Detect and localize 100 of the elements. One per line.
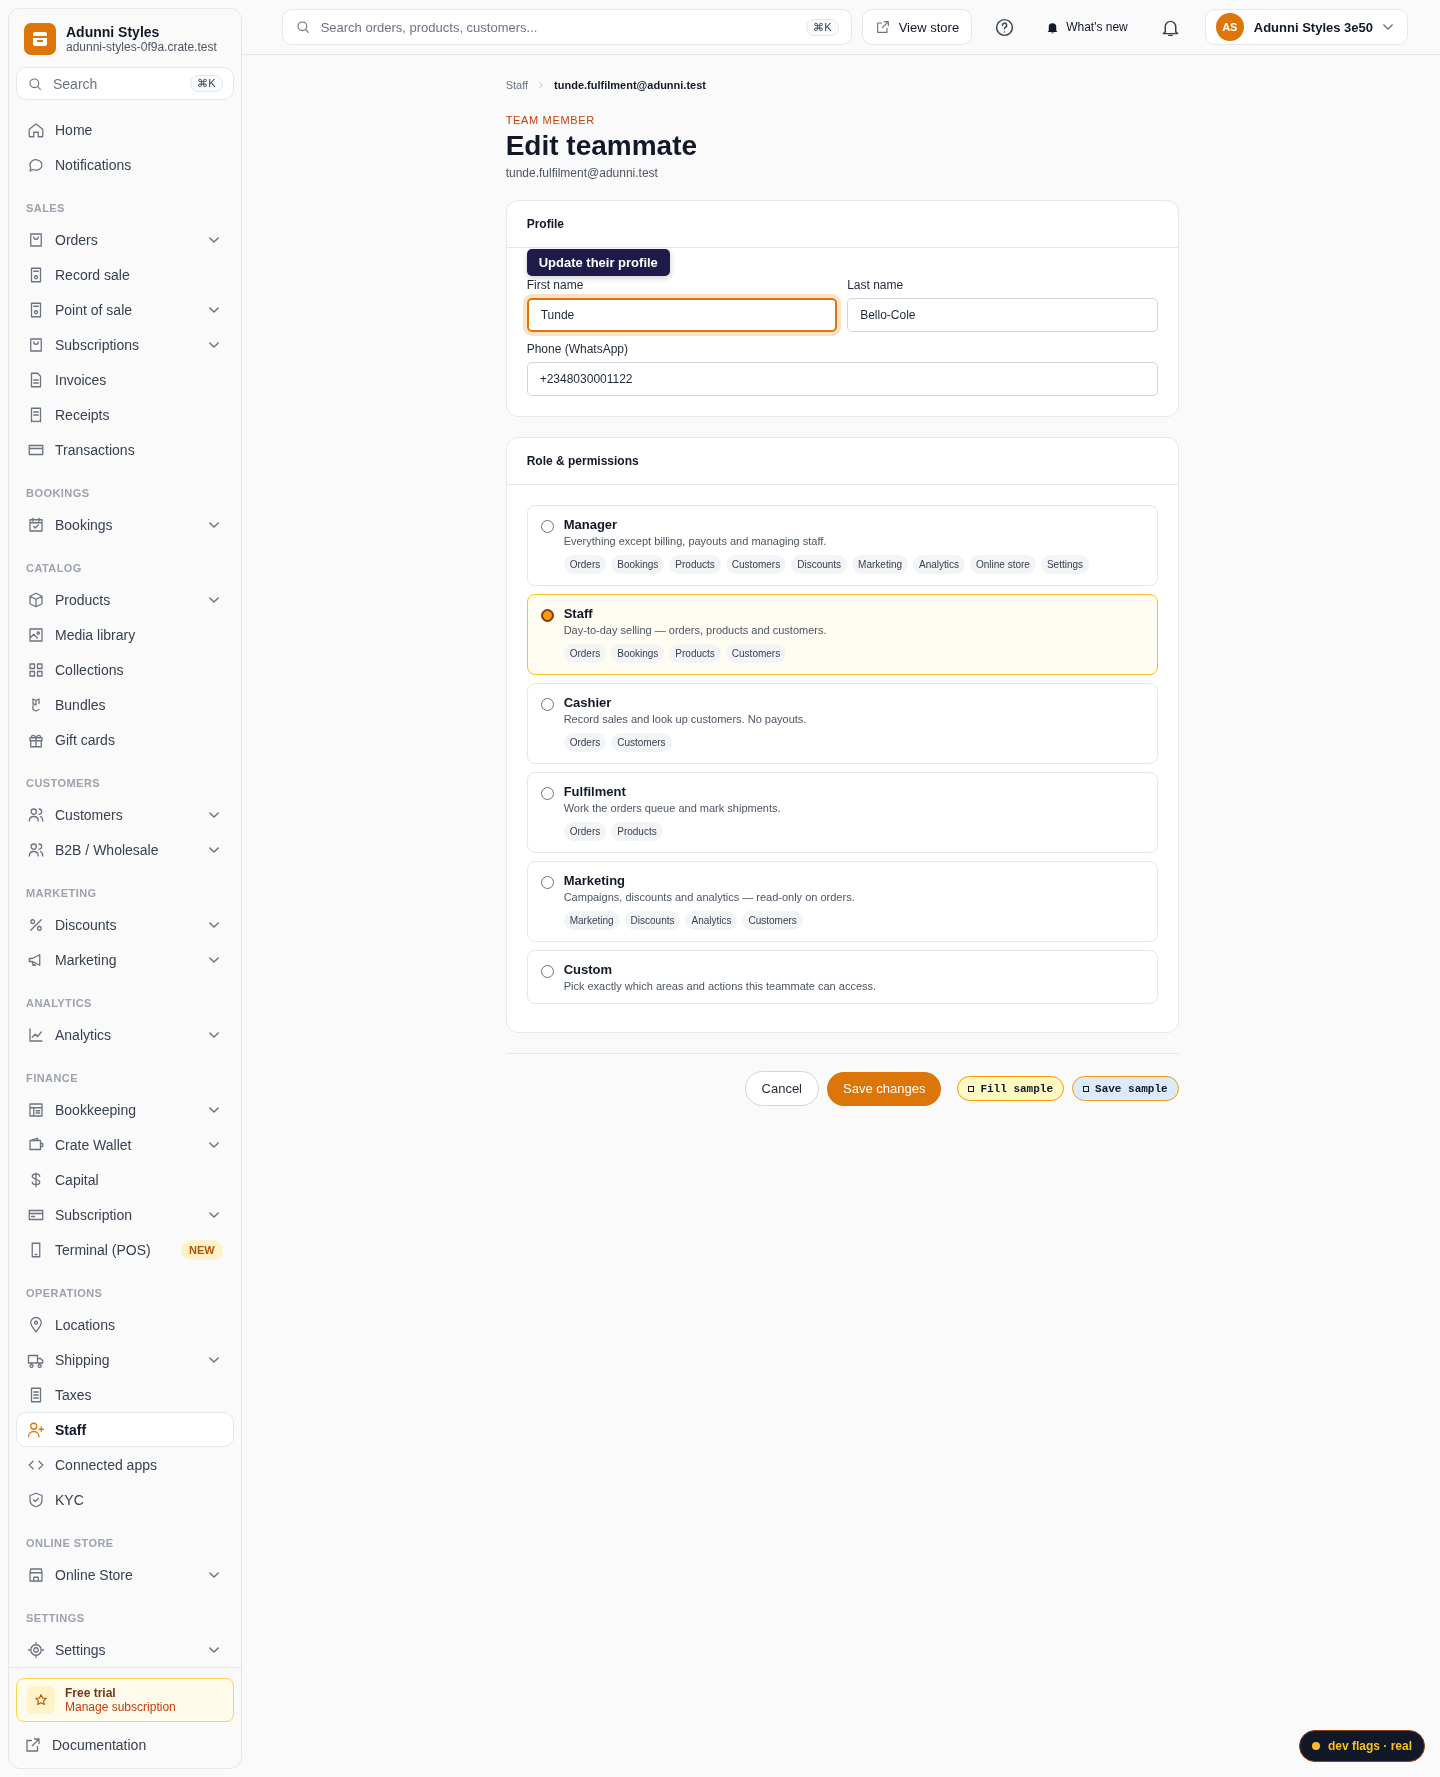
nav-item[interactable]: Point of sale (16, 292, 234, 327)
role-name: Manager (563, 517, 619, 532)
nav-item[interactable]: Subscriptions (16, 327, 234, 362)
dev-flags-pill[interactable]: dev flags · real (1298, 1730, 1425, 1762)
external-link-icon (24, 1736, 42, 1754)
card-title: Role & permissions (506, 438, 1178, 485)
nav-item[interactable]: Products (16, 582, 234, 617)
nav-item[interactable]: Receipts (16, 397, 234, 432)
role-option[interactable]: Manager Everything except billing, payouts and managing staff. Orders Bookings Products Customers Discounts Marketing Analytics Online store Settings (526, 505, 1158, 586)
field-label: Phone (WhatsApp) (526, 342, 630, 356)
input-field[interactable]: Bello-Cole (847, 298, 1158, 332)
nav-item[interactable]: Bookings (16, 507, 234, 542)
permission-tag: Orders (563, 733, 607, 752)
nav-item[interactable]: Media library (16, 617, 234, 652)
account-menu[interactable]: AS Adunni Styles 3e50 (1204, 9, 1408, 45)
role-name: Fulfilment (563, 784, 627, 799)
nav-item[interactable]: Shipping (16, 1342, 234, 1377)
square-icon (968, 1085, 975, 1092)
nav-item[interactable]: Notifications (16, 147, 234, 182)
role-option[interactable]: Fulfilment Work the orders queue and mark shipments. Orders Products (526, 772, 1158, 853)
role-name: Custom (563, 962, 614, 977)
nav-item[interactable]: Analytics (16, 1017, 234, 1052)
trial-title: Free trial (65, 1686, 117, 1700)
status-dot (1311, 1742, 1320, 1750)
nav-item[interactable]: Gift cards (16, 722, 234, 757)
permission-tag: Bookings (611, 555, 665, 574)
permission-tag: Products (669, 555, 721, 574)
trial-card[interactable]: Free trial Manage subscription (16, 1678, 234, 1722)
role-description: Record sales and look up customers. No payouts. (563, 713, 807, 725)
radio-button[interactable] (540, 609, 554, 622)
square-icon (1083, 1085, 1090, 1092)
view-store-button[interactable]: View store (861, 9, 973, 45)
nav-item[interactable]: Locations (16, 1307, 234, 1342)
role-name: Staff (563, 606, 594, 621)
nav-item[interactable]: Settings (16, 1632, 234, 1667)
search-field[interactable]: Search ⌘K (16, 67, 234, 100)
search-field[interactable]: Search orders, products, customers... ⌘K (281, 9, 852, 45)
cancel-button[interactable]: Cancel (744, 1071, 819, 1106)
user-plus-icon (27, 1420, 45, 1439)
nav-item[interactable]: Subscription (16, 1197, 234, 1232)
bag-icon (27, 335, 45, 354)
role-description: Campaigns, discounts and analytics — read-only on orders. (563, 891, 855, 903)
nav-item[interactable]: Bundles (16, 687, 234, 722)
role-option[interactable]: Marketing Campaigns, discounts and analytics — read-only on orders. Marketing Discounts Analytics Customers (526, 861, 1158, 942)
permission-tag: Customers (725, 555, 787, 574)
calendar-icon (27, 515, 45, 534)
role-name: Marketing (563, 873, 627, 888)
nav-item[interactable]: Invoices (16, 362, 234, 397)
bag-icon (27, 230, 45, 249)
search-icon (294, 19, 311, 35)
users-icon (27, 805, 45, 824)
role-description: Pick exactly which areas and actions this teammate can access. (563, 980, 877, 992)
help-icon[interactable] (994, 16, 1016, 38)
input-field[interactable]: +2348030001122 (526, 362, 1158, 396)
section-heading: MARKETING (25, 886, 98, 901)
permission-tag: Analytics (913, 555, 965, 574)
role-option[interactable]: Cashier Record sales and look up customers. No payouts. Orders Customers (526, 683, 1158, 764)
tooltip: Update their profile (526, 249, 670, 276)
section-heading: SETTINGS (25, 1611, 86, 1626)
nav-item[interactable]: Capital (16, 1162, 234, 1197)
role-option[interactable]: Staff Day-to-day selling — orders, products and customers. Orders Bookings Products Customers (526, 594, 1158, 675)
field-label: Last name (847, 278, 905, 292)
avatar: AS (1215, 13, 1244, 41)
nav-item[interactable]: Record sale (16, 257, 234, 292)
permission-tag: Discounts (791, 555, 848, 574)
breadcrumb-item[interactable]: Staff (505, 79, 529, 91)
nav-item[interactable]: Orders (16, 222, 234, 257)
nav-item[interactable]: Customers (16, 797, 234, 832)
role-option[interactable]: Custom Pick exactly which areas and actions this teammate can access. (526, 950, 1158, 1004)
page-subtitle: tunde.fulfilment@adunni.test (505, 166, 659, 180)
new-badge: NEW (181, 1239, 223, 1260)
nav-item[interactable]: B2B / Wholesale (16, 832, 234, 867)
whats-new-button[interactable]: What's new (1037, 15, 1136, 39)
nav-item[interactable]: KYC (16, 1482, 234, 1517)
nav-item[interactable]: Discounts (16, 907, 234, 942)
role-name: Cashier (563, 695, 613, 710)
nav-item[interactable]: Collections (16, 652, 234, 687)
nav-item[interactable]: Marketing (16, 942, 234, 977)
nav-item[interactable]: Taxes (16, 1377, 234, 1412)
nav-item[interactable]: Transactions (16, 432, 234, 467)
save-sample-button[interactable]: Save sample (1072, 1076, 1179, 1101)
logo-icon (24, 23, 56, 55)
field-label: First name (526, 278, 585, 292)
box-icon (27, 590, 45, 609)
role-description: Everything except billing, payouts and managing staff. (563, 535, 828, 547)
permission-tag: Online store (970, 555, 1036, 574)
nav-item[interactable]: Online Store (16, 1557, 234, 1592)
section-heading: OPERATIONS (25, 1286, 104, 1301)
chevron-down-icon (1383, 24, 1393, 30)
nav-item[interactable]: Crate Wallet (16, 1127, 234, 1162)
manage-subscription-link[interactable]: Manage subscription (65, 1700, 176, 1714)
section-heading: ONLINE STORE (25, 1536, 115, 1551)
nav-item[interactable]: Staff (16, 1412, 234, 1447)
fill-sample-button[interactable]: Fill sample (957, 1076, 1065, 1101)
nav-item[interactable]: Connected apps (16, 1447, 234, 1482)
nav-item[interactable]: Bookkeeping (16, 1092, 234, 1127)
pin-icon (27, 1315, 45, 1334)
nav-item[interactable]: Terminal (POS) NEW (16, 1232, 234, 1267)
nav-item[interactable]: Home (16, 112, 234, 147)
documentation-link[interactable]: Documentation (16, 1734, 234, 1758)
